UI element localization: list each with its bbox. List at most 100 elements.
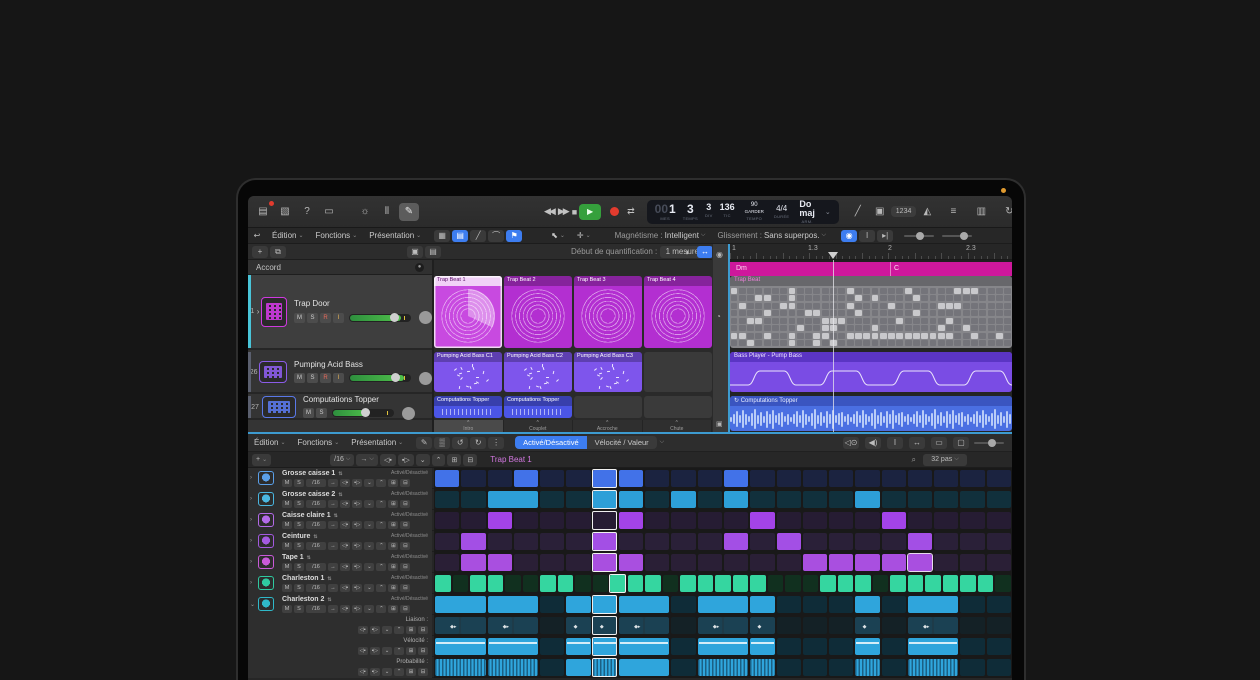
audition-icon[interactable]: ◉ — [841, 230, 857, 242]
step-cell-active[interactable] — [698, 596, 749, 613]
step-slot[interactable] — [829, 533, 853, 550]
menu-presentation[interactable]: Présentation⌄ — [351, 438, 403, 447]
step-cell-active[interactable] — [829, 554, 853, 571]
catch-playhead-button[interactable]: ⚑ — [506, 230, 522, 242]
sub-down-icon[interactable]: ⌄ — [382, 626, 392, 634]
step-slot[interactable] — [488, 470, 512, 487]
step-cell-active[interactable]: ◆▸ — [908, 617, 959, 634]
midi-in-icon[interactable]: ◁⊙ — [843, 437, 859, 449]
step-slot[interactable] — [540, 638, 564, 655]
seg-stepper-icon[interactable]: ⌵ — [660, 439, 665, 446]
forward-button[interactable]: ▶▶ — [558, 206, 568, 217]
loop-cell[interactable] — [644, 396, 712, 418]
scene-trigger[interactable]: ⌃Intro — [434, 420, 504, 432]
step-slot[interactable] — [593, 575, 609, 592]
step-slot[interactable] — [987, 638, 1011, 655]
display-mode-icon[interactable]: ▣ — [870, 203, 890, 221]
region-grid[interactable]: Trap Beat — [730, 276, 1012, 348]
row-stepper-icon[interactable]: ⇅ — [338, 492, 342, 498]
step-slot[interactable] — [514, 554, 538, 571]
editors-icon[interactable]: ✎ — [399, 203, 419, 221]
step-cell-active[interactable] — [619, 659, 670, 676]
chevron-right-icon[interactable]: › — [250, 559, 252, 565]
step-cell-active[interactable] — [470, 575, 486, 592]
chevron-right-icon[interactable]: › — [250, 475, 252, 481]
row-s-button[interactable]: S — [294, 521, 304, 529]
step-slot[interactable] — [540, 470, 564, 487]
pattern-tab[interactable]: Trap Beat 1 — [490, 455, 532, 464]
lcd-key[interactable]: Do maj ARM. — [799, 200, 815, 224]
step-slot[interactable] — [645, 491, 669, 508]
row-nudge-left-icon[interactable]: ◁▪ — [340, 584, 350, 592]
step-cell-active[interactable] — [435, 596, 486, 613]
step-cell-active[interactable] — [488, 491, 539, 508]
step-slot[interactable] — [671, 554, 695, 571]
step-slot[interactable] — [750, 491, 774, 508]
division-box[interactable]: /16⌵ — [330, 454, 354, 466]
step-slot[interactable] — [960, 617, 984, 634]
row-stepper-icon[interactable]: ⇅ — [313, 534, 317, 540]
chevron-right-icon[interactable]: › — [250, 517, 252, 523]
step-slot[interactable] — [777, 659, 801, 676]
row-square1-icon[interactable]: ⊞ — [388, 563, 398, 571]
step-cell-active[interactable] — [558, 575, 574, 592]
step-slot[interactable] — [934, 554, 958, 571]
lcd-tempo[interactable]: 90GARDER TEMPO — [745, 202, 764, 221]
link-button[interactable]: ↔ — [697, 246, 713, 258]
row-down-icon[interactable]: ⌄ — [364, 542, 374, 550]
row-nudge-left-icon[interactable]: ◁▪ — [340, 479, 350, 487]
step-slot[interactable] — [566, 554, 590, 571]
playhead-marker[interactable] — [828, 252, 838, 259]
step-slot[interactable] — [960, 533, 984, 550]
step-cell-active[interactable] — [566, 638, 590, 655]
step-slot[interactable] — [698, 554, 722, 571]
menu-edition[interactable]: Édition⌄ — [272, 231, 304, 240]
step-slot[interactable] — [768, 575, 784, 592]
sub-up-icon[interactable]: ⌃ — [394, 626, 404, 634]
step-slot[interactable] — [461, 470, 485, 487]
pointer-tool-menu[interactable]: ⬉⌄ — [551, 231, 565, 240]
brush-mode-icon[interactable]: ▒ — [434, 437, 450, 449]
step-slot[interactable] — [987, 554, 1011, 571]
automation-icon[interactable]: ╱ — [470, 230, 486, 242]
row-header[interactable]: ›Charleston 1⇅Activé/DésactivéMS/16→◁▪▪▷… — [248, 573, 432, 594]
track-s-button[interactable]: S — [307, 313, 318, 323]
grid-arrange-divider[interactable]: ◉ ◔ ▣ — [712, 244, 730, 432]
volume-meter[interactable] — [332, 409, 394, 417]
step-slot[interactable] — [724, 512, 748, 529]
step-cell-active[interactable] — [566, 659, 590, 676]
step-cell-active[interactable] — [908, 638, 959, 655]
sub-nudge-right-icon[interactable]: ▪▷ — [370, 626, 380, 634]
row-m-button[interactable]: M — [282, 584, 292, 592]
step-slot[interactable] — [777, 470, 801, 487]
step-cell-active[interactable] — [628, 575, 644, 592]
quantize-clock-icon[interactable]: ◔ — [716, 312, 721, 321]
loop-cell[interactable]: Pumping Acid Bass C1 — [434, 352, 502, 392]
step-slot[interactable] — [750, 470, 774, 487]
row-rotate-box[interactable]: → — [328, 521, 338, 529]
step-cell-active[interactable] — [724, 491, 748, 508]
row-rotate-box[interactable]: → — [328, 500, 338, 508]
row-stepper-icon[interactable]: ⇅ — [334, 513, 338, 519]
row-up-icon[interactable]: ⌃ — [376, 584, 386, 592]
row-s-button[interactable]: S — [294, 500, 304, 508]
row-square1-icon[interactable]: ⊞ — [388, 500, 398, 508]
step-slot[interactable] — [882, 470, 906, 487]
volume-meter[interactable] — [349, 374, 411, 382]
step-slot[interactable] — [882, 617, 906, 634]
step-cell-active[interactable] — [855, 659, 879, 676]
step-cell-active[interactable] — [619, 554, 643, 571]
step-cell-active[interactable] — [461, 554, 485, 571]
step-cell-active[interactable] — [698, 659, 749, 676]
step-slot[interactable] — [987, 596, 1011, 613]
step-slot[interactable] — [987, 512, 1011, 529]
toolbar-toggle-icon[interactable]: ▭ — [319, 203, 339, 221]
quantize-start-menu[interactable]: Début de quantification : 1 mesure⌵ — [571, 246, 712, 258]
seg-active-desactive[interactable]: Activé/Désactivé — [515, 436, 586, 449]
kebab-icon[interactable]: ⋮ — [488, 437, 504, 449]
step-slot[interactable] — [645, 470, 669, 487]
lcd-display[interactable]: 001MES 3TEMPS 3DIV 136TIC 90GARDER TEMPO… — [647, 200, 839, 224]
bar-ruler[interactable]: 11.322.3 — [730, 244, 1012, 260]
step-cell-active[interactable] — [882, 512, 906, 529]
step-cell-active[interactable] — [908, 554, 932, 571]
